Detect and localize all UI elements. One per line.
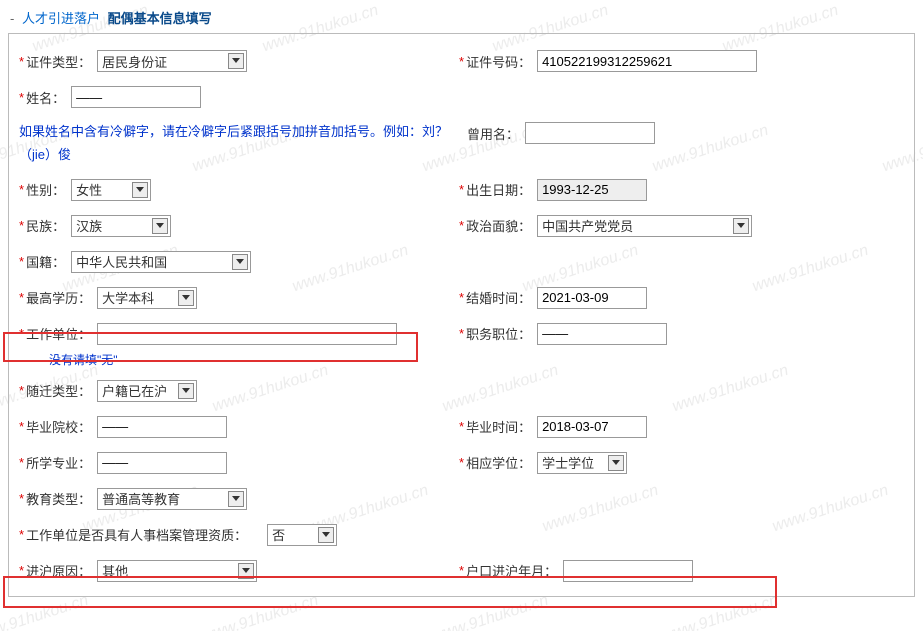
ethnic-label: 民族：	[26, 216, 65, 235]
required-marker: *	[19, 527, 24, 542]
cert-type-select[interactable]: 居民身份证	[97, 50, 247, 72]
edu-type-value: 普通高等教育	[102, 489, 180, 508]
grad-school-label: 毕业院校：	[26, 417, 91, 436]
breadcrumb-parent: 人才引进落户	[22, 11, 100, 26]
required-marker: *	[19, 383, 24, 398]
degree-value: 学士学位	[542, 453, 594, 472]
archive-value: 否	[272, 525, 285, 544]
grad-time-label: 毕业时间：	[466, 417, 531, 436]
nationality-value: 中华人民共和国	[76, 252, 167, 271]
migrate-type-value: 户籍已在沪	[102, 381, 167, 400]
required-marker: *	[19, 254, 24, 269]
cert-no-label: 证件号码：	[466, 52, 531, 71]
required-marker: *	[459, 290, 464, 305]
name-hint: 如果姓名中含有冷僻字，请在冷僻字后紧跟括号加拼音加括号。例如：刘？（jie）俊	[19, 120, 449, 167]
major-input[interactable]	[97, 452, 227, 474]
required-marker: *	[19, 326, 24, 341]
required-marker: *	[19, 455, 24, 470]
political-label: 政治面貌：	[466, 216, 531, 235]
work-unit-input[interactable]	[97, 323, 397, 345]
page-title: 配偶基本信息填写	[108, 11, 212, 26]
nationality-select[interactable]: 中华人民共和国	[71, 251, 251, 273]
reason-select[interactable]: 其他	[97, 560, 257, 582]
hukou-time-input[interactable]	[563, 560, 693, 582]
archive-select[interactable]: 否	[267, 524, 337, 546]
marriage-time-input[interactable]	[537, 287, 647, 309]
marriage-time-label: 结婚时间：	[466, 288, 531, 307]
required-marker: *	[19, 218, 24, 233]
political-select[interactable]: 中国共产党党员	[537, 215, 752, 237]
edu-type-label: 教育类型：	[26, 489, 91, 508]
required-marker: *	[19, 182, 24, 197]
name-label: 姓名：	[26, 88, 65, 107]
grad-time-input[interactable]	[537, 416, 647, 438]
degree-label: 相应学位：	[466, 453, 531, 472]
cert-type-label: 证件类型：	[26, 52, 91, 71]
gender-value: 女性	[76, 180, 102, 199]
required-marker: *	[19, 563, 24, 578]
breadcrumb-dash: -	[10, 11, 14, 26]
reason-label: 进沪原因：	[26, 561, 91, 580]
birth-input[interactable]	[537, 179, 647, 201]
political-value: 中国共产党党员	[542, 216, 633, 235]
name-input[interactable]	[71, 86, 201, 108]
degree-select[interactable]: 学士学位	[537, 452, 627, 474]
work-unit-label: 工作单位：	[26, 324, 91, 343]
education-value: 大学本科	[102, 288, 154, 307]
archive-label: 工作单位是否具有人事档案管理资质：	[26, 525, 247, 544]
breadcrumb: - 人才引进落户 配偶基本信息填写	[0, 0, 923, 33]
cert-type-value: 居民身份证	[102, 52, 167, 71]
position-input[interactable]	[537, 323, 667, 345]
migrate-type-select[interactable]: 户籍已在沪	[97, 380, 197, 402]
form-container: * 证件类型： 居民身份证 * 证件号码： * 姓名： 如果姓名中含有冷僻字，请…	[8, 33, 915, 597]
required-marker: *	[459, 54, 464, 69]
required-marker: *	[19, 491, 24, 506]
position-label: 职务职位：	[466, 324, 531, 343]
migrate-type-label: 随迁类型：	[26, 381, 91, 400]
required-marker: *	[459, 563, 464, 578]
gender-select[interactable]: 女性	[71, 179, 151, 201]
required-marker: *	[459, 326, 464, 341]
required-marker: *	[459, 182, 464, 197]
cert-no-input[interactable]	[537, 50, 757, 72]
required-marker: *	[19, 419, 24, 434]
hukou-time-label: 户口进沪年月：	[466, 561, 557, 580]
nationality-label: 国籍：	[26, 252, 65, 271]
ethnic-select[interactable]: 汉族	[71, 215, 171, 237]
former-name-label: 曾用名：	[467, 124, 519, 143]
grad-school-input[interactable]	[97, 416, 227, 438]
edu-type-select[interactable]: 普通高等教育	[97, 488, 247, 510]
required-marker: *	[19, 290, 24, 305]
required-marker: *	[19, 54, 24, 69]
major-label: 所学专业：	[26, 453, 91, 472]
former-name-input[interactable]	[525, 122, 655, 144]
birth-label: 出生日期：	[466, 180, 531, 199]
work-unit-hint: 没有请填"无"	[49, 351, 118, 368]
reason-value: 其他	[102, 561, 128, 580]
education-select[interactable]: 大学本科	[97, 287, 197, 309]
education-label: 最高学历：	[26, 288, 91, 307]
ethnic-value: 汉族	[76, 216, 102, 235]
gender-label: 性别：	[26, 180, 65, 199]
required-marker: *	[459, 218, 464, 233]
required-marker: *	[459, 455, 464, 470]
required-marker: *	[19, 90, 24, 105]
required-marker: *	[459, 419, 464, 434]
